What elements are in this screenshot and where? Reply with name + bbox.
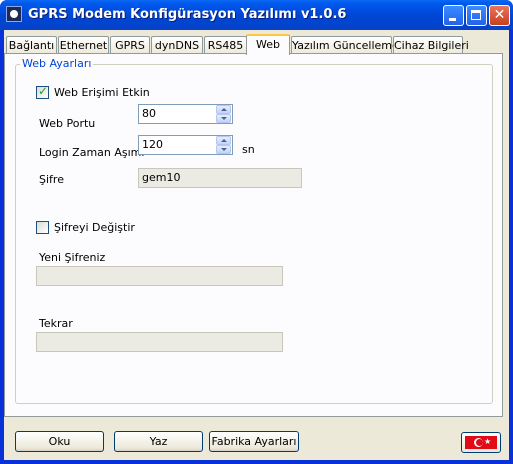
tab-strip: Bağlantı Ethernet GPRS dynDNS RS485 Web … — [4, 34, 509, 55]
crescent-icon — [474, 438, 483, 447]
web-settings-group: Web Ayarları Web Erişimi Etkin Web Portu… — [15, 57, 493, 404]
spin-up-icon[interactable] — [216, 105, 231, 114]
tab-rs485[interactable]: RS485 — [204, 36, 247, 54]
turkish-flag-icon: ★ — [465, 436, 497, 449]
maximize-button[interactable] — [466, 5, 487, 26]
tab-web[interactable]: Web — [246, 34, 290, 55]
spin-up-icon[interactable] — [216, 136, 231, 145]
app-icon — [6, 6, 22, 22]
group-label: Web Ayarları — [20, 57, 94, 70]
timeout-unit-label: sn — [242, 143, 255, 156]
star-icon: ★ — [484, 437, 492, 446]
spin-down-icon[interactable] — [216, 145, 231, 154]
factory-settings-button[interactable]: Fabrika Ayarları — [209, 431, 299, 452]
web-port-label: Web Portu — [39, 117, 96, 130]
change-password-checkbox[interactable] — [36, 221, 49, 234]
minimize-icon — [449, 18, 456, 21]
password-field[interactable]: gem10 — [138, 168, 302, 188]
login-timeout-value: 120 — [142, 138, 163, 151]
login-timeout-stepper[interactable]: 120 — [138, 135, 233, 155]
tab-dyndns[interactable]: dynDNS — [151, 36, 203, 54]
repeat-password-label: Tekrar — [39, 317, 73, 330]
write-button[interactable]: Yaz — [114, 431, 203, 452]
web-access-label[interactable]: Web Erişimi Etkin — [54, 86, 150, 99]
window-title: GPRS Modem Konfigürasyon Yazılımı v1.0.6 — [28, 7, 347, 22]
title-bar[interactable]: GPRS Modem Konfigürasyon Yazılımı v1.0.6… — [0, 0, 513, 30]
tab-cihaz-bilgileri[interactable]: Cihaz Bilgileri — [393, 36, 469, 54]
tab-yazilim-guncelleme[interactable]: Yazılım Güncelleme — [291, 36, 399, 54]
login-timeout-spin[interactable] — [216, 136, 231, 154]
tab-gprs[interactable]: GPRS — [110, 36, 150, 54]
web-port-stepper[interactable]: 80 — [138, 104, 233, 124]
web-port-value: 80 — [142, 107, 156, 120]
tab-panel-web: Web Ayarları Web Erişimi Etkin Web Portu… — [4, 53, 503, 417]
close-icon: ✕ — [493, 7, 506, 23]
close-button[interactable]: ✕ — [489, 5, 510, 26]
read-button[interactable]: Oku — [15, 431, 104, 452]
spin-down-icon[interactable] — [216, 114, 231, 123]
app-window: GPRS Modem Konfigürasyon Yazılımı v1.0.6… — [0, 0, 513, 464]
change-password-label[interactable]: Şifreyi Değiştir — [54, 221, 135, 234]
new-password-field[interactable] — [36, 266, 283, 286]
login-timeout-label: Login Zaman Aşımı — [39, 146, 145, 159]
tab-ethernet[interactable]: Ethernet — [58, 36, 109, 54]
new-password-label: Yeni Şifreniz — [39, 251, 106, 264]
minimize-button[interactable] — [443, 5, 464, 26]
password-label: Şifre — [39, 173, 64, 186]
maximize-icon — [471, 10, 481, 20]
client-area: Bağlantı Ethernet GPRS dynDNS RS485 Web … — [4, 30, 509, 460]
tab-baglanti[interactable]: Bağlantı — [6, 36, 57, 54]
web-access-checkbox[interactable] — [36, 84, 49, 99]
repeat-password-field[interactable] — [36, 332, 283, 352]
language-button[interactable]: ★ — [461, 432, 501, 453]
web-port-spin[interactable] — [216, 105, 231, 123]
